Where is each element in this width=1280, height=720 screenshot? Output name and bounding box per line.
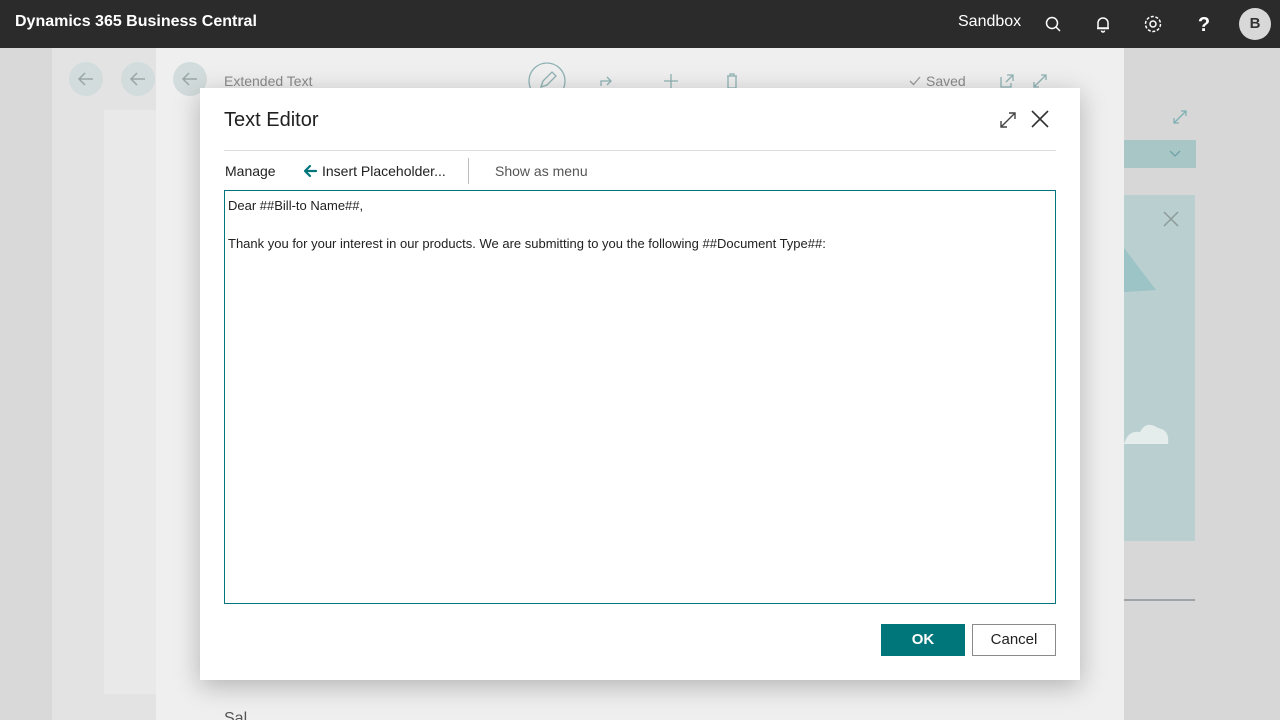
bell-icon[interactable]: [1091, 12, 1115, 36]
background-panel-card: [1124, 195, 1195, 541]
close-icon[interactable]: [1029, 108, 1051, 130]
back-button-2: [121, 62, 155, 96]
background-section-heading: Sal: [224, 710, 248, 720]
avatar[interactable]: B: [1239, 8, 1271, 40]
close-icon: [1163, 211, 1179, 227]
app-title[interactable]: Dynamics 365 Business Central: [15, 13, 257, 31]
dialog-title: Text Editor: [224, 109, 319, 131]
text-editor-dialog: Text Editor Manage Insert Placeholder...…: [200, 88, 1080, 680]
ok-button[interactable]: OK: [881, 624, 965, 656]
back-arrow-icon: [129, 72, 145, 86]
check-icon: [909, 76, 921, 86]
environment-label: Sandbox: [958, 13, 1022, 30]
app-bar: Dynamics 365 Business Central Sandbox ? …: [0, 0, 1280, 48]
background-panel-line: [1124, 599, 1195, 601]
background-page-title: Extended Text: [224, 73, 313, 89]
background-saved-status: Saved: [926, 73, 966, 89]
expand-icon[interactable]: [998, 110, 1018, 130]
back-arrow-icon: [77, 72, 93, 86]
chevron-down-icon: [1169, 150, 1181, 157]
expand-icon: [1173, 110, 1187, 124]
illustration-shape: [1124, 248, 1156, 292]
cloud-illustration: [1124, 424, 1169, 444]
help-icon[interactable]: ?: [1192, 12, 1216, 36]
arrow-left-icon: [303, 164, 318, 178]
dialog-divider: [224, 150, 1056, 151]
back-button-1: [69, 62, 103, 96]
show-as-menu-button[interactable]: Show as menu: [495, 163, 588, 179]
dialog-toolbar: Manage Insert Placeholder... Show as men…: [224, 158, 1056, 184]
cancel-button[interactable]: Cancel: [972, 624, 1056, 656]
toolbar-divider: [468, 158, 469, 184]
insert-placeholder-label: Insert Placeholder...: [322, 163, 446, 179]
text-editor-area[interactable]: Dear ##Bill-to Name##, Thank you for you…: [224, 190, 1056, 604]
background-panel-bar: [1124, 140, 1196, 168]
svg-text:?: ?: [1198, 14, 1210, 36]
manage-menu[interactable]: Manage: [225, 163, 276, 179]
gear-icon[interactable]: [1141, 12, 1165, 36]
search-icon[interactable]: [1041, 12, 1065, 36]
